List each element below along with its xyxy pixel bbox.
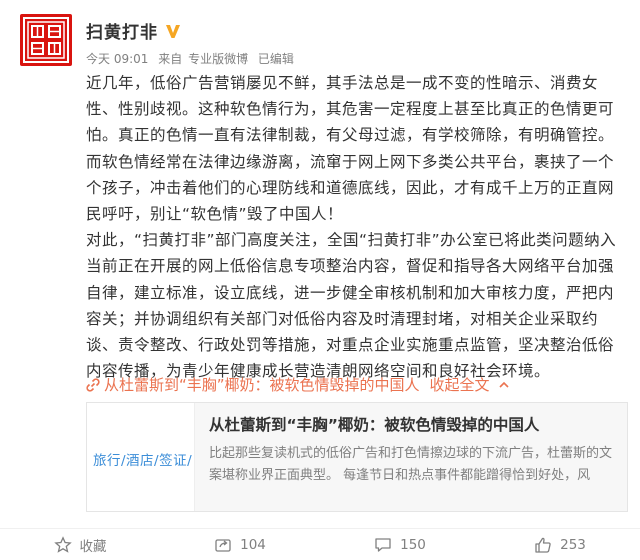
article-card[interactable]: 旅行/酒店/签证/ 从杜蕾斯到“丰胸”椰奶：被软色情毁掉的中国人 比起那些复读机… (86, 402, 628, 512)
like-count: 253 (560, 536, 586, 553)
like-button[interactable]: 253 (480, 529, 640, 560)
thumbs-up-icon (535, 537, 551, 553)
favorite-button[interactable]: 收藏 (0, 529, 160, 560)
post-source[interactable]: 专业版微博 (188, 52, 248, 66)
comment-button[interactable]: 150 (320, 529, 480, 560)
seal-logo-icon (23, 17, 69, 63)
post-time[interactable]: 今天 09:01 (86, 52, 148, 66)
post-meta: 今天 09:01 来自 专业版微博 已编辑 (86, 50, 300, 67)
comment-icon (375, 537, 391, 552)
thumbnail-text: 旅行/酒店/签证/ (93, 453, 193, 469)
verified-v-icon[interactable] (164, 22, 182, 40)
avatar[interactable] (20, 14, 72, 66)
forward-icon (215, 538, 231, 552)
card-thumbnail: 旅行/酒店/签证/ (87, 403, 195, 511)
author-row: 扫黄打非 (86, 18, 182, 43)
card-description: 比起那些复读机式的低俗广告和打色情擦边球的下流广告，杜蕾斯的文案堪称业界正面典型… (209, 446, 613, 483)
star-icon (53, 535, 72, 553)
action-bar: 收藏 104 150 253 (0, 528, 640, 560)
article-link[interactable]: 从杜蕾斯到“丰胸”椰奶：被软色情毁掉的中国人 (104, 374, 420, 395)
card-title[interactable]: 从杜蕾斯到“丰胸”椰奶：被软色情毁掉的中国人 (209, 413, 615, 435)
comment-count: 150 (400, 536, 426, 553)
article-link-row: 从杜蕾斯到“丰胸”椰奶：被软色情毁掉的中国人 收起全文 (86, 374, 510, 395)
card-body: 从杜蕾斯到“丰胸”椰奶：被软色情毁掉的中国人 比起那些复读机式的低俗广告和打色情… (195, 403, 627, 511)
weibo-post: 扫黄打非 今天 09:01 来自 专业版微博 已编辑 近几年，低俗广告营销屡见不… (0, 0, 640, 560)
source-prefix: 来自 (158, 52, 183, 66)
collapse-text-link[interactable]: 收起全文 (430, 374, 490, 395)
paragraph-1: 近几年，低俗广告营销屡见不鲜，其手法总是一成不变的性暗示、消费女性、性别歧视。这… (86, 74, 615, 224)
favorite-label: 收藏 (79, 538, 107, 555)
edited-label[interactable]: 已编辑 (258, 52, 294, 66)
chevron-up-icon[interactable] (498, 379, 510, 391)
link-icon (86, 377, 100, 392)
author-name[interactable]: 扫黄打非 (86, 18, 158, 43)
post-content: 近几年，低俗广告营销屡见不鲜，其手法总是一成不变的性暗示、消费女性、性别歧视。这… (86, 70, 628, 384)
paragraph-2: 对此，“扫黄打非”部门高度关注，全国“扫黄打非”办公室已将此类问题纳入当前正在开… (86, 231, 617, 381)
forward-count: 104 (240, 536, 266, 553)
forward-button[interactable]: 104 (160, 529, 320, 560)
